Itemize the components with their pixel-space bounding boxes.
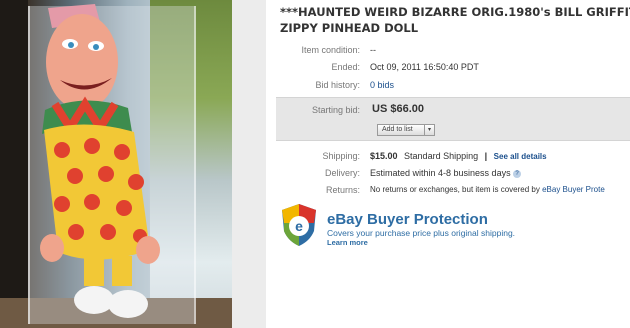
bid-box [276, 97, 630, 141]
buyer-protection-title: eBay Buyer Protection [327, 211, 488, 228]
svg-text:e: e [295, 218, 303, 234]
help-icon[interactable]: ? [513, 169, 522, 178]
bid-history-link[interactable]: 0 bids [370, 80, 394, 90]
returns-row: Returns: [270, 185, 360, 197]
item-condition-label: Item condition: [301, 45, 360, 55]
item-title-line2: ZIPPY PINHEAD DOLL [280, 21, 419, 35]
delivery-value: Estimated within 4-8 business days ? [370, 168, 522, 178]
delivery-row: Delivery: [270, 168, 360, 180]
returns-text: No returns or exchanges, but item is cov… [370, 185, 543, 194]
returns-value: No returns or exchanges, but item is cov… [370, 185, 630, 194]
starting-bid-label: Starting bid: [311, 105, 360, 115]
shipping-value: $15.00 Standard Shipping | See all detai… [370, 151, 547, 161]
see-all-details-link[interactable]: See all details [494, 152, 547, 161]
returns-label: Returns: [325, 185, 360, 195]
starting-bid-price: US $66.00 [372, 103, 424, 115]
starting-bid-row: Starting bid: [270, 105, 360, 117]
item-condition-row: Item condition: [270, 45, 360, 57]
buyer-protection-subtitle: Covers your purchase price plus original… [327, 228, 516, 238]
shipping-method: Standard Shipping [404, 151, 479, 161]
shipping-label: Shipping: [322, 151, 360, 161]
add-to-list-label: Add to list [382, 126, 413, 133]
shipping-cost: $15.00 [370, 151, 398, 161]
ended-row: Ended: [270, 62, 360, 74]
delivery-estimate: Estimated within 4-8 business days [370, 168, 511, 178]
ended-label: Ended: [331, 62, 360, 72]
item-photo[interactable] [0, 0, 232, 328]
zippy-doll-image [40, 4, 160, 318]
separator: | [484, 151, 488, 161]
column-divider [232, 0, 266, 328]
shipping-row: Shipping: [270, 151, 360, 163]
ebay-shield-icon: e [282, 204, 316, 246]
ended-value: Oct 09, 2011 16:50:40 PDT [370, 62, 479, 72]
bid-history-label: Bid history: [315, 80, 360, 90]
chevron-down-icon[interactable]: ▾ [424, 125, 434, 135]
item-condition-value: -- [370, 45, 376, 55]
delivery-label: Delivery: [324, 168, 360, 178]
learn-more-link[interactable]: Learn more [327, 238, 368, 247]
item-title-line1: ***HAUNTED WEIRD BIZARRE ORIG.1980's BIL… [280, 5, 630, 19]
ebay-buyer-protection-link[interactable]: eBay Buyer Prote [542, 185, 605, 194]
item-title: ***HAUNTED WEIRD BIZARRE ORIG.1980's BIL… [280, 4, 630, 36]
add-to-list-button[interactable]: Add to list ▾ [377, 124, 435, 136]
bid-history-row: Bid history: [270, 80, 360, 92]
